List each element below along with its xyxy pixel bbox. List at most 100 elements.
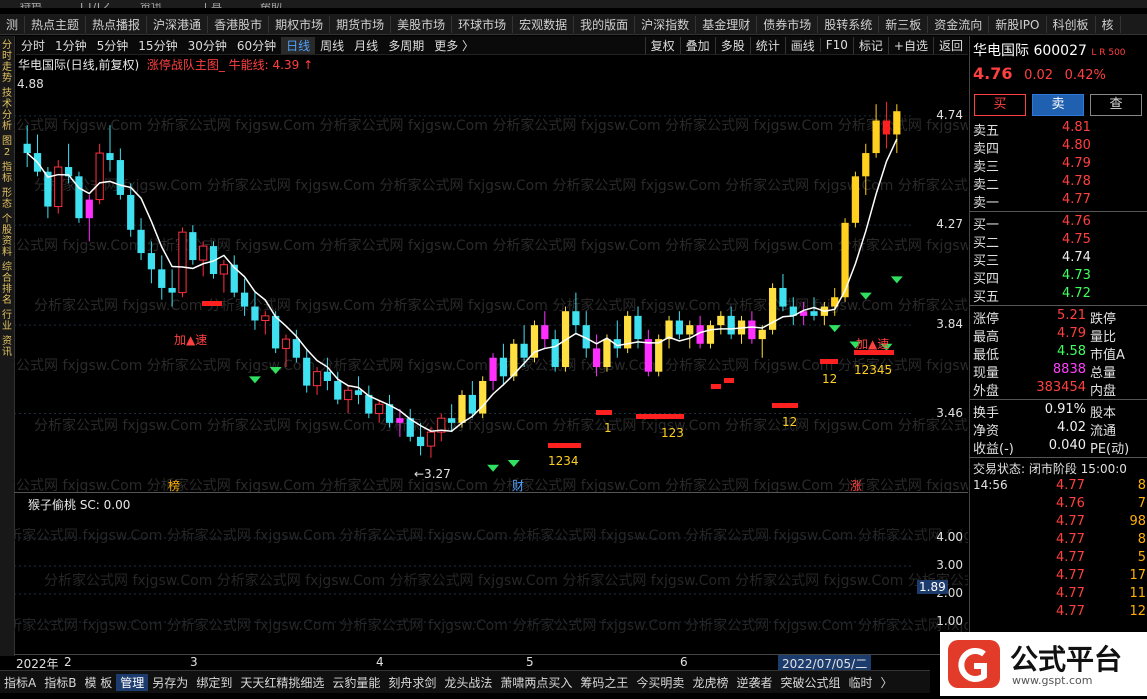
period-tab[interactable]: 5分钟 — [92, 37, 134, 54]
sub-axis-tick: 3.00 — [936, 558, 963, 572]
period-tab[interactable]: 60分钟 — [232, 37, 281, 54]
side-tab[interactable]: 技术分析 — [0, 88, 14, 132]
top-menu-item[interactable]: 特色 — [20, 3, 60, 8]
ask-row: 卖三 4.79 — [970, 156, 1147, 175]
nav-item[interactable]: 期货市场 — [330, 15, 392, 33]
period-tab[interactable]: 周线 — [315, 37, 349, 54]
formula-tab[interactable]: 逆袭者 — [732, 674, 776, 691]
period-tab[interactable]: 多周期 — [383, 37, 429, 54]
nav-item[interactable]: 沪深指数 — [635, 15, 697, 33]
tick-volume: 98 — [1129, 514, 1146, 529]
formula-tab[interactable]: 龙虎榜 — [688, 674, 732, 691]
formula-tab[interactable]: 龙头战法 — [440, 674, 496, 691]
toolbar-action[interactable]: +自选 — [887, 36, 933, 54]
nav-item[interactable]: 热点播报 — [86, 15, 148, 33]
side-tab[interactable]: 资讯 — [0, 336, 14, 358]
top-menu-item[interactable]: 资讯 — [140, 3, 180, 8]
nav-item[interactable]: 基金理财 — [696, 15, 758, 33]
stat-label: 最低 — [973, 348, 1000, 363]
stat-label: 收益(-) — [973, 442, 1014, 457]
nav-item[interactable]: 股转系统 — [818, 15, 880, 33]
toolbar-action[interactable]: 叠加 — [679, 36, 715, 54]
sell-button[interactable]: 卖 — [1032, 94, 1084, 116]
formula-tab[interactable]: 今买明卖 — [632, 674, 688, 691]
nav-item[interactable]: 沪深港通 — [147, 15, 209, 33]
side-tab[interactable]: 图2 — [0, 136, 14, 158]
buy-button[interactable]: 买 — [974, 94, 1026, 116]
stat-label: 涨停 — [973, 312, 1000, 327]
nav-item[interactable]: 期权市场 — [269, 15, 331, 33]
formula-tab[interactable]: 临时 — [844, 674, 876, 691]
nav-item[interactable]: 新股IPO — [989, 15, 1047, 33]
toolbar-action[interactable]: F10 — [819, 38, 853, 52]
period-tab[interactable]: 日线 — [281, 36, 316, 54]
candle-body — [758, 329, 766, 340]
side-tab[interactable]: 指标 — [0, 162, 14, 184]
formula-tab[interactable]: 另存为 — [148, 674, 192, 691]
toolbar-action[interactable]: 统计 — [749, 36, 785, 54]
stat-label: 现量 — [973, 366, 1000, 381]
nav-item[interactable]: 新三板 — [879, 15, 929, 33]
tick-row: 4.77 98 — [970, 514, 1147, 532]
formula-tab[interactable]: 绑定到 — [192, 674, 236, 691]
stat-label-2: 市值A — [1090, 348, 1125, 363]
nav-item[interactable]: 资金流向 — [928, 15, 990, 33]
period-tab[interactable]: 分时 — [16, 37, 50, 54]
candle-body — [219, 264, 229, 275]
side-tab[interactable]: 综合排名 — [0, 262, 14, 306]
row-label: 买五 — [973, 290, 1000, 305]
nav-item[interactable]: 环球市场 — [452, 15, 514, 33]
nav-item[interactable]: 债券市场 — [757, 15, 819, 33]
toolbar-action[interactable]: 多股 — [714, 36, 750, 54]
period-tab[interactable]: 15分钟 — [133, 37, 182, 54]
formula-tab[interactable]: 指标B — [40, 674, 80, 691]
formula-tab[interactable]: 云豹量能 — [328, 674, 384, 691]
candle-body — [872, 120, 880, 154]
nav-item[interactable]: 热点主题 — [25, 15, 87, 33]
nav-item[interactable]: 我的版面 — [574, 15, 636, 33]
side-tab[interactable]: 分时走势 — [0, 40, 14, 84]
nav-item[interactable]: 美股市场 — [391, 15, 453, 33]
nav-item[interactable]: 科创板 — [1047, 15, 1096, 33]
formula-tab[interactable]: 〉 — [877, 674, 897, 691]
stat-row: 涨停 5.21 跌停 — [970, 308, 1147, 327]
formula-tab[interactable]: 指标A — [0, 674, 40, 691]
side-tab[interactable]: 形态 — [0, 188, 14, 210]
candle-body — [281, 338, 291, 349]
toolbar-action[interactable]: 标记 — [852, 36, 888, 54]
nav-item[interactable]: 测 — [0, 15, 26, 33]
tick-price: 4.76 — [1056, 496, 1085, 511]
stock-tags: L R 500 — [1091, 48, 1126, 58]
query-button[interactable]: 查 — [1090, 94, 1142, 116]
nav-item[interactable]: 核 — [1096, 15, 1121, 33]
period-tab[interactable]: 更多 〉 — [429, 37, 479, 54]
period-tab[interactable]: 30分钟 — [183, 37, 232, 54]
formula-tab[interactable]: 筹码之王 — [576, 674, 632, 691]
candle-body — [499, 357, 508, 377]
formula-tab[interactable]: 刻舟求剑 — [384, 674, 440, 691]
toolbar-action[interactable]: 复权 — [644, 36, 680, 54]
date-axis: 2022年 2 3 4 5 6 2022/07/05/二 — [14, 654, 968, 672]
formula-tab[interactable]: 突破公式组 — [776, 674, 844, 691]
nav-item[interactable]: 宏观数据 — [513, 15, 575, 33]
nav-item[interactable]: 香港股市 — [208, 15, 270, 33]
tick-price: 4.77 — [1056, 514, 1085, 529]
formula-tab[interactable]: 管理 — [116, 673, 149, 691]
candlestick-chart[interactable]: 分析家公式网 fxjgsw.Com 分析家公式网 fxjgsw.Com 分析家公… — [14, 70, 968, 498]
period-tab[interactable]: 1分钟 — [50, 37, 92, 54]
top-menu-item[interactable]: L1/L2 — [80, 3, 120, 8]
formula-tab[interactable]: 天天红精挑细选 — [236, 674, 328, 691]
toolbar-action[interactable]: 返回 — [932, 36, 968, 54]
side-tab[interactable]: 行业 — [0, 310, 14, 332]
top-menu-item[interactable]: 工具 — [200, 3, 240, 8]
price-tick: 4.74 — [936, 107, 963, 122]
top-menu-item[interactable]: 帮助 — [260, 3, 300, 8]
formula-tab[interactable]: 萧啸两点买入 — [496, 674, 576, 691]
period-tab[interactable]: 月线 — [349, 37, 383, 54]
side-tab[interactable]: 个股资料 — [0, 214, 14, 258]
sub-indicator-chart[interactable]: 分析家公式网 fxjgsw.Com 分析家公式网 fxjgsw.Com 分析家公… — [14, 510, 968, 652]
candle-body — [251, 306, 259, 321]
signal-bar — [548, 443, 581, 448]
formula-tab[interactable]: 模 板 — [80, 674, 116, 691]
toolbar-action[interactable]: 画线 — [784, 36, 820, 54]
